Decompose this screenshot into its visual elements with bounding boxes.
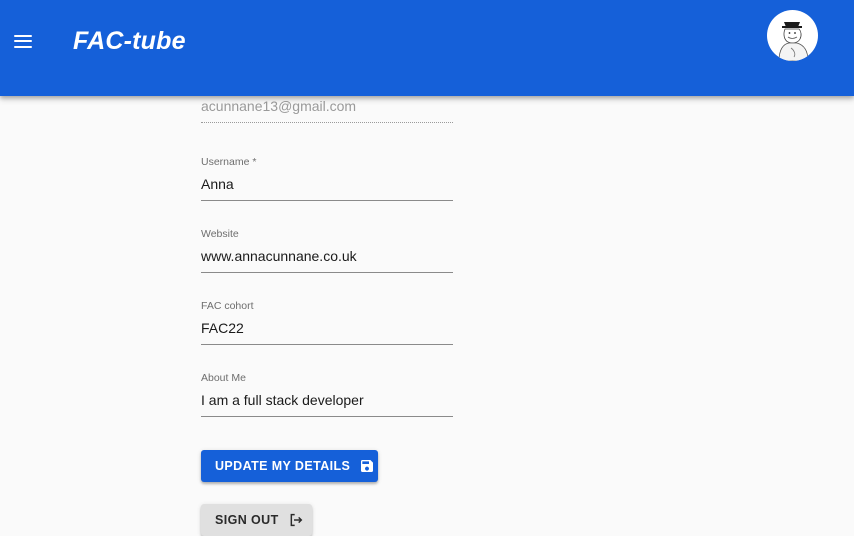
website-label: Website: [201, 228, 239, 240]
email-input: [201, 96, 453, 116]
user-avatar[interactable]: [767, 10, 818, 61]
about-underline: [201, 416, 453, 417]
menu-button[interactable]: [6, 24, 40, 58]
sign-out-label: SIGN OUT: [215, 513, 279, 527]
user-avatar-icon: [767, 10, 818, 61]
about-label: About Me: [201, 372, 246, 384]
website-input[interactable]: [201, 246, 453, 266]
username-label: Username *: [201, 156, 257, 168]
logout-icon: [288, 512, 304, 528]
website-underline: [201, 272, 453, 273]
app-title: FAC-tube: [73, 27, 186, 55]
username-input[interactable]: [201, 174, 453, 194]
about-field: About Me: [201, 371, 453, 417]
cohort-label: FAC cohort: [201, 300, 254, 312]
cohort-field: FAC cohort: [201, 299, 453, 345]
hamburger-menu-icon: [14, 34, 32, 48]
app-bar: FAC-tube: [0, 0, 854, 96]
about-input[interactable]: [201, 390, 453, 410]
username-underline: [201, 200, 453, 201]
cohort-input[interactable]: [201, 318, 453, 338]
sign-out-button[interactable]: SIGN OUT: [201, 504, 312, 536]
update-details-label: UPDATE MY DETAILS: [215, 459, 351, 473]
email-underline: [201, 122, 453, 124]
username-field: Username *: [201, 155, 453, 201]
update-details-button[interactable]: UPDATE MY DETAILS: [201, 450, 378, 482]
cohort-underline: [201, 344, 453, 345]
website-field: Website: [201, 227, 453, 273]
save-icon: [359, 458, 375, 474]
